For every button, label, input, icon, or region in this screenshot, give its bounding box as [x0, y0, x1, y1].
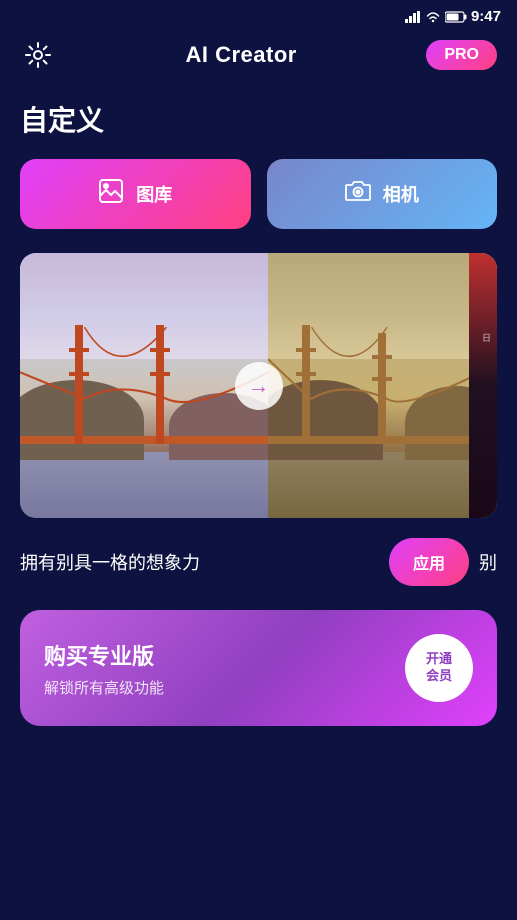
status-bar: 9:47 [0, 0, 517, 29]
status-icons: 9:47 [405, 8, 501, 25]
wifi-icon [425, 11, 441, 23]
bottom-row: 拥有别具一格的想象力 应用 别 [20, 538, 497, 586]
camera-label: 相机 [383, 181, 419, 207]
app-title: AI Creator [185, 42, 296, 68]
description-text: 拥有别具一格的想象力 [20, 549, 377, 575]
section-title: 自定义 [20, 99, 497, 139]
settings-button[interactable] [20, 37, 56, 73]
signal-icon [405, 11, 421, 23]
pro-card-title: 购买专业版 [44, 639, 405, 671]
pro-badge-button[interactable]: PRO [426, 40, 497, 70]
peek-text: 日 [480, 333, 493, 342]
arrow-icon: → [248, 373, 270, 399]
image-peek-strip: 日 [469, 253, 497, 518]
pro-card-subtitle: 解锁所有高级功能 [44, 677, 405, 698]
camera-icon [345, 180, 371, 208]
camera-svg-icon [345, 180, 371, 202]
image-preview-container: 日 → [20, 253, 497, 518]
battery-icon [445, 11, 467, 23]
next-text: 别 [479, 549, 497, 575]
gallery-icon [98, 178, 124, 210]
image-before [20, 253, 268, 518]
status-time: 9:47 [471, 8, 501, 25]
pro-purchase-card: 购买专业版 解锁所有高级功能 开通会员 [20, 610, 497, 726]
activate-label: 开通会员 [426, 651, 452, 685]
apply-button[interactable]: 应用 [389, 538, 469, 586]
camera-button[interactable]: 相机 [267, 159, 498, 229]
activate-button[interactable]: 开通会员 [405, 634, 473, 702]
gear-icon [24, 41, 52, 69]
image-after [268, 253, 497, 518]
cables-svg-left [20, 253, 268, 518]
cables-svg-right [268, 253, 497, 518]
gallery-label: 图库 [136, 181, 172, 207]
header: AI Creator PRO [0, 29, 517, 89]
gallery-button[interactable]: 图库 [20, 159, 251, 229]
action-buttons: 图库 相机 [20, 159, 497, 229]
main-content: 自定义 图库 相机 [0, 89, 517, 736]
arrow-button[interactable]: → [235, 362, 283, 410]
pro-card-text: 购买专业版 解锁所有高级功能 [44, 639, 405, 698]
image-icon [98, 178, 124, 204]
